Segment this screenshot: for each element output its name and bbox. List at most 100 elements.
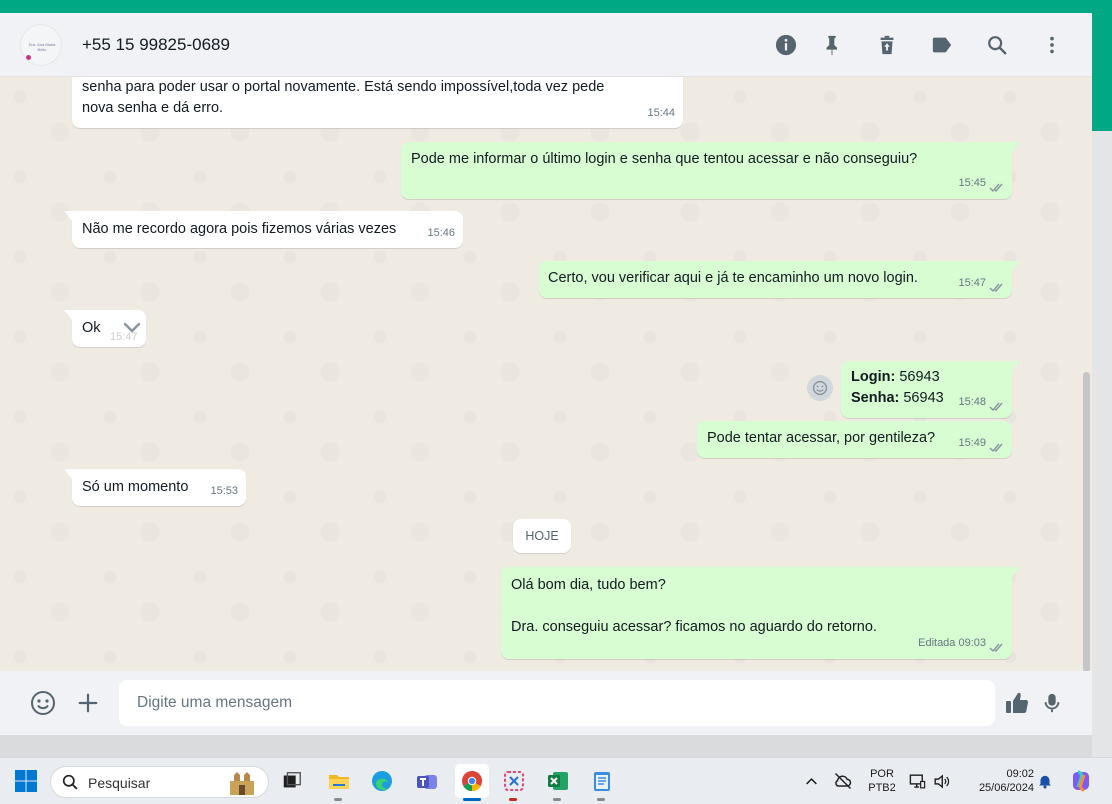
login-line: Login: 56943: [851, 367, 940, 388]
bubble-tail: [1012, 142, 1020, 152]
task-view-icon[interactable]: [278, 767, 306, 795]
senha-label: Senha:: [851, 390, 900, 406]
running-indicator: [334, 798, 342, 801]
message-time: 15:45: [958, 177, 986, 189]
message-composer[interactable]: [119, 680, 995, 726]
message-outgoing[interactable]: Certo, vou verificar aqui e já te encami…: [539, 261, 1020, 298]
network-icon[interactable]: [906, 767, 928, 795]
message-time: 15:48: [958, 396, 986, 408]
login-value: 56943: [895, 369, 940, 385]
message-input[interactable]: [137, 680, 977, 726]
avatar[interactable]: Dra. Ana Maria Bello: [20, 24, 62, 66]
message-outgoing[interactable]: Olá bom dia, tudo bem? Dra. conseguiu ac…: [501, 567, 1020, 659]
active-indicator: [463, 798, 481, 801]
contact-name[interactable]: +55 15 99825-0689: [82, 35, 230, 55]
edge-browser-icon[interactable]: [368, 767, 396, 795]
message-text: Ok: [82, 320, 101, 336]
snipping-tool-icon[interactable]: [500, 767, 528, 795]
message-text: Olá bom dia, tudo bem?: [511, 577, 666, 593]
message-text: Pode tentar acessar, por gentileza?: [707, 430, 936, 446]
whatsapp-window: Dra. Ana Maria Bello +55 15 99825-0689 s…: [0, 13, 1092, 735]
message-text: Pode me informar o último login e senha …: [411, 151, 918, 167]
emoji-icon: [812, 380, 828, 396]
login-label: Login:: [851, 369, 896, 385]
input-language[interactable]: POR PTB2: [866, 767, 898, 795]
taskbar-search-label: Pesquisar: [88, 775, 151, 791]
senha-value: 56943: [899, 390, 944, 406]
message-outgoing[interactable]: Pode me informar o último login e senha …: [401, 142, 1020, 199]
copilot-icon[interactable]: [1067, 767, 1095, 795]
menu-dots-icon[interactable]: [1040, 33, 1064, 57]
read-ticks-icon: [989, 283, 1003, 293]
clock-date: 25/06/2024: [978, 782, 1034, 794]
message-time: 15:49: [958, 437, 986, 449]
read-ticks-icon: [989, 402, 1003, 412]
message-outgoing[interactable]: Login: 56943 Senha: 56943 15:48: [841, 361, 1020, 418]
message-incoming[interactable]: Ok 15:47: [64, 310, 146, 347]
trash-icon[interactable]: [875, 33, 899, 57]
running-indicator: [509, 798, 517, 801]
message-outgoing[interactable]: Pode tentar acessar, por gentileza? 15:4…: [697, 421, 1012, 458]
message-time: Editada 09:03: [918, 637, 986, 649]
avatar-logo-text: Dra. Ana Maria Bello: [28, 42, 56, 52]
label-icon[interactable]: [930, 33, 954, 57]
bubble-tail: [64, 310, 72, 320]
message-incoming[interactable]: Só um momento 15:53: [64, 469, 246, 506]
plus-icon[interactable]: [73, 688, 103, 718]
composer-bar: [0, 671, 1092, 735]
file-explorer-icon[interactable]: [325, 767, 353, 795]
excel-icon[interactable]: [544, 767, 572, 795]
message-text: Só um momento: [82, 479, 189, 495]
running-indicator: [553, 798, 561, 801]
scrollbar[interactable]: [1083, 372, 1090, 671]
bubble-tail: [1012, 361, 1020, 371]
clock[interactable]: 09:02 25/06/2024: [962, 767, 1034, 795]
volume-icon[interactable]: [930, 767, 952, 795]
message-incoming[interactable]: Não me recordo agora pois fizemos várias…: [64, 211, 463, 248]
search-icon: [62, 774, 78, 790]
message-text: senha para poder usar o portal novamente…: [82, 79, 605, 95]
window-side-gutter: [1092, 131, 1112, 757]
bubble-tail: [1012, 261, 1020, 271]
pin-icon[interactable]: [820, 33, 844, 57]
taskbar-search[interactable]: Pesquisar: [50, 766, 269, 798]
message-text: Dra. conseguiu acessar? ficamos no aguar…: [511, 619, 877, 635]
message-time: 15:47: [958, 277, 986, 289]
notepad-icon[interactable]: [588, 767, 616, 795]
search-highlight-icon: [230, 772, 254, 795]
thumbs-up-icon[interactable]: [1002, 688, 1032, 718]
bubble-tail: [64, 211, 72, 221]
emoji-icon[interactable]: [28, 688, 58, 718]
chevron-down-icon[interactable]: [123, 321, 141, 335]
microphone-icon[interactable]: [1037, 688, 1067, 718]
senha-line: Senha: 56943: [851, 388, 944, 409]
bubble-tail: [1012, 567, 1020, 577]
message-list[interactable]: senha para poder usar o portal novamente…: [0, 77, 1092, 671]
message-incoming[interactable]: senha para poder usar o portal novamente…: [72, 77, 683, 128]
teams-icon[interactable]: [413, 767, 441, 795]
message-time: 15:44: [647, 107, 675, 119]
reaction-button[interactable]: [807, 375, 833, 401]
message-text: Certo, vou verificar aqui e já te encami…: [548, 270, 918, 286]
read-ticks-icon: [989, 183, 1003, 193]
language-code: POR: [870, 768, 894, 780]
keyboard-layout: PTB2: [868, 782, 896, 794]
notification-bell-icon[interactable]: [1034, 767, 1056, 795]
clock-time: 09:02: [1006, 768, 1034, 780]
chrome-icon[interactable]: [455, 764, 489, 798]
taskbar: Pesquisar POR PTB2 09:02 25/06/2024: [0, 757, 1112, 804]
windows-start-icon[interactable]: [12, 767, 40, 795]
read-ticks-icon: [989, 443, 1003, 453]
search-icon[interactable]: [985, 33, 1009, 57]
read-ticks-icon: [989, 643, 1003, 653]
date-divider: HOJE: [513, 519, 571, 553]
message-time: 15:46: [427, 227, 455, 239]
message-text: Não me recordo agora pois fizemos várias…: [82, 221, 397, 237]
info-icon[interactable]: [774, 33, 798, 57]
chevron-up-icon[interactable]: [800, 767, 822, 795]
bubble-tail: [64, 469, 72, 479]
cloud-offline-icon[interactable]: [831, 767, 855, 795]
chat-header: Dra. Ana Maria Bello +55 15 99825-0689: [0, 13, 1092, 77]
window-side-strip: [1092, 13, 1112, 131]
message-text: nova senha e dá erro.: [82, 100, 224, 116]
